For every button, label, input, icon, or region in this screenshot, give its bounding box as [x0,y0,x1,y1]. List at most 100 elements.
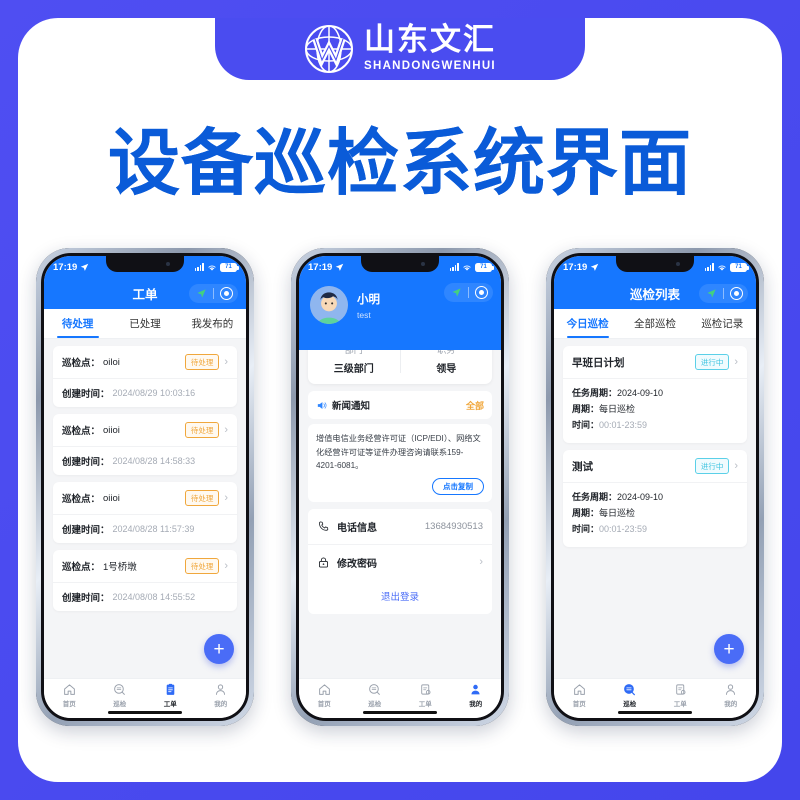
header-control-pill[interactable] [189,284,238,303]
clipboard-icon [166,683,175,695]
tab-records[interactable]: 巡检记录 [689,309,756,338]
table-row[interactable]: 巡检点： oiioi 待处理 › 创建时间： 2024/08/28 14:58:… [53,414,237,475]
chevron-right-icon[interactable]: › [224,424,228,436]
navigation-arrow-icon[interactable] [699,288,723,299]
point-label: 巡检点： [62,358,101,369]
nav-item-home[interactable]: 首页 [44,679,95,712]
plan-period: 周期：每日巡检 [572,402,738,415]
signal-bars-icon [194,263,204,271]
camera-dot-icon [421,262,425,266]
wifi-icon [718,264,726,271]
nav-label: 巡检 [113,701,127,708]
table-row[interactable]: 巡检点： oiloi 待处理 › 创建时间： 2024/08/29 10:03:… [53,346,237,407]
chevron-right-icon[interactable]: › [734,356,738,368]
nav-item-mine[interactable]: 我的 [706,679,757,712]
plan-cycle: 任务周期：2024-09-10 [572,490,738,503]
phone-notch [106,256,184,272]
nav-label: 我的 [724,701,738,708]
news-body: 增值电信业务经营许可证（ICP/EDI）、网络文化经营许可证等证件办理咨询请联系… [308,424,492,502]
list-item[interactable]: 测试 进行中 › 任务周期：2024-09-10 周期：每日巡检 时间：00:0… [563,450,747,547]
plan-time: 时间：00:01-23:59 [572,418,738,431]
tab-pending[interactable]: 待处理 [44,309,111,338]
chevron-right-icon[interactable]: › [479,556,483,568]
nav-label: 首页 [62,701,76,708]
nav-item-home[interactable]: 首页 [299,679,350,712]
navigation-arrow-icon[interactable] [189,288,213,299]
plan-cycle: 任务周期：2024-09-10 [572,386,738,399]
location-arrow-icon [81,263,89,271]
brand-name-cn: 山东文汇 [364,22,496,59]
copy-button[interactable]: 点击复制 [432,477,484,495]
nav-item-workorder[interactable]: 工单 [655,679,706,712]
point-label: 巡检点： [62,494,101,505]
header-control-pill[interactable] [699,284,748,303]
logout-button[interactable]: 退出登录 [308,579,492,614]
department-column: 部门 三级部门 [308,350,400,375]
camera-dot-icon [166,262,170,266]
nav-item-workorder[interactable]: 工单 [145,679,196,712]
speaker-announcement-icon [317,401,327,409]
nav-item-inspection[interactable]: 巡检 [350,679,401,712]
plan-time: 时间：00:01-23:59 [572,522,738,535]
nav-item-mine[interactable]: 我的 [196,679,247,712]
globe-w-logo-icon [305,25,353,73]
position-value: 领导 [436,364,457,375]
navigation-arrow-icon[interactable] [444,287,468,298]
add-button[interactable]: + [714,634,744,664]
chevron-right-icon[interactable]: › [224,492,228,504]
target-ring-icon[interactable] [469,286,493,299]
location-arrow-icon [591,263,599,271]
camera-dot-icon [676,262,680,266]
phone-mockup-inspection: 17:19 71 巡检列表 今日巡检 全部巡检 巡检记录 早班日计划 进行中 ›… [546,248,764,726]
list-item-label: 修改密码 [337,558,377,570]
cycle-label: 任务周期： [572,492,618,502]
nav-label: 工单 [673,701,687,708]
tab-today[interactable]: 今日巡检 [554,309,621,338]
news-header[interactable]: 新闻通知 全部 [308,391,492,419]
created-value: 2024/08/28 14:58:33 [112,456,196,466]
add-button[interactable]: + [204,634,234,664]
created-label: 创建时间： [62,525,110,536]
nav-item-inspection[interactable]: 巡检 [605,679,656,712]
appbar-title: 工单 [132,288,158,302]
news-text: 增值电信业务经营许可证（ICP/EDI）、网络文化经营许可证等证件办理咨询请联系… [316,434,481,471]
tab-all[interactable]: 全部巡检 [621,309,688,338]
header-control-pill[interactable] [444,283,493,302]
chevron-right-icon[interactable]: › [224,356,228,368]
cycle-value: 2024-09-10 [617,492,664,502]
list-item-value: 13684930513 [424,520,483,532]
tab-bar: 今日巡检 全部巡检 巡检记录 [554,309,756,339]
plan-title: 早班日计划 [572,356,625,369]
table-row[interactable]: 巡检点： 1号桥墩 待处理 › 创建时间： 2024/08/08 14:55:5… [53,550,237,611]
table-row[interactable]: 巡检点： oiioi 待处理 › 创建时间： 2024/08/28 11:57:… [53,482,237,543]
plan-title: 测试 [572,460,593,473]
nav-item-inspection[interactable]: 巡检 [95,679,146,712]
avatar[interactable] [310,286,348,324]
chevron-right-icon[interactable]: › [734,460,738,472]
status-badge: 待处理 [184,422,220,438]
nav-label: 巡检 [623,701,637,708]
nav-item-workorder[interactable]: 工单 [400,679,451,712]
user-subtitle: test [357,309,371,320]
nav-item-mine[interactable]: 我的 [451,679,502,712]
tab-published[interactable]: 我发布的 [179,309,246,338]
inspection-icon [369,684,381,695]
list-item[interactable]: 早班日计划 进行中 › 任务周期：2024-09-10 周期：每日巡检 时间：0… [563,346,747,443]
list-item-phone[interactable]: 电话信息 13684930513 [308,508,492,545]
target-ring-icon[interactable] [214,287,238,300]
news-title: 新闻通知 [332,401,371,412]
settings-rows: 电话信息 13684930513 修改密码 › 退出登录 [308,508,492,614]
status-badge: 进行中 [694,354,730,370]
nav-item-home[interactable]: 首页 [554,679,605,712]
list-item-password[interactable]: 修改密码 › [308,544,492,580]
home-indicator [363,710,437,714]
tab-processed[interactable]: 已处理 [111,309,178,338]
news-all-link[interactable]: 全部 [466,399,484,412]
tab-bar: 待处理 已处理 我发布的 [44,309,246,339]
target-ring-icon[interactable] [724,287,748,300]
chevron-right-icon[interactable]: › [224,560,228,572]
appbar-title: 巡检列表 [629,288,680,302]
workorder-list: 巡检点： oiloi 待处理 › 创建时间： 2024/08/29 10:03:… [44,339,246,678]
phone-icon [319,521,329,531]
created-label: 创建时间： [62,389,110,400]
